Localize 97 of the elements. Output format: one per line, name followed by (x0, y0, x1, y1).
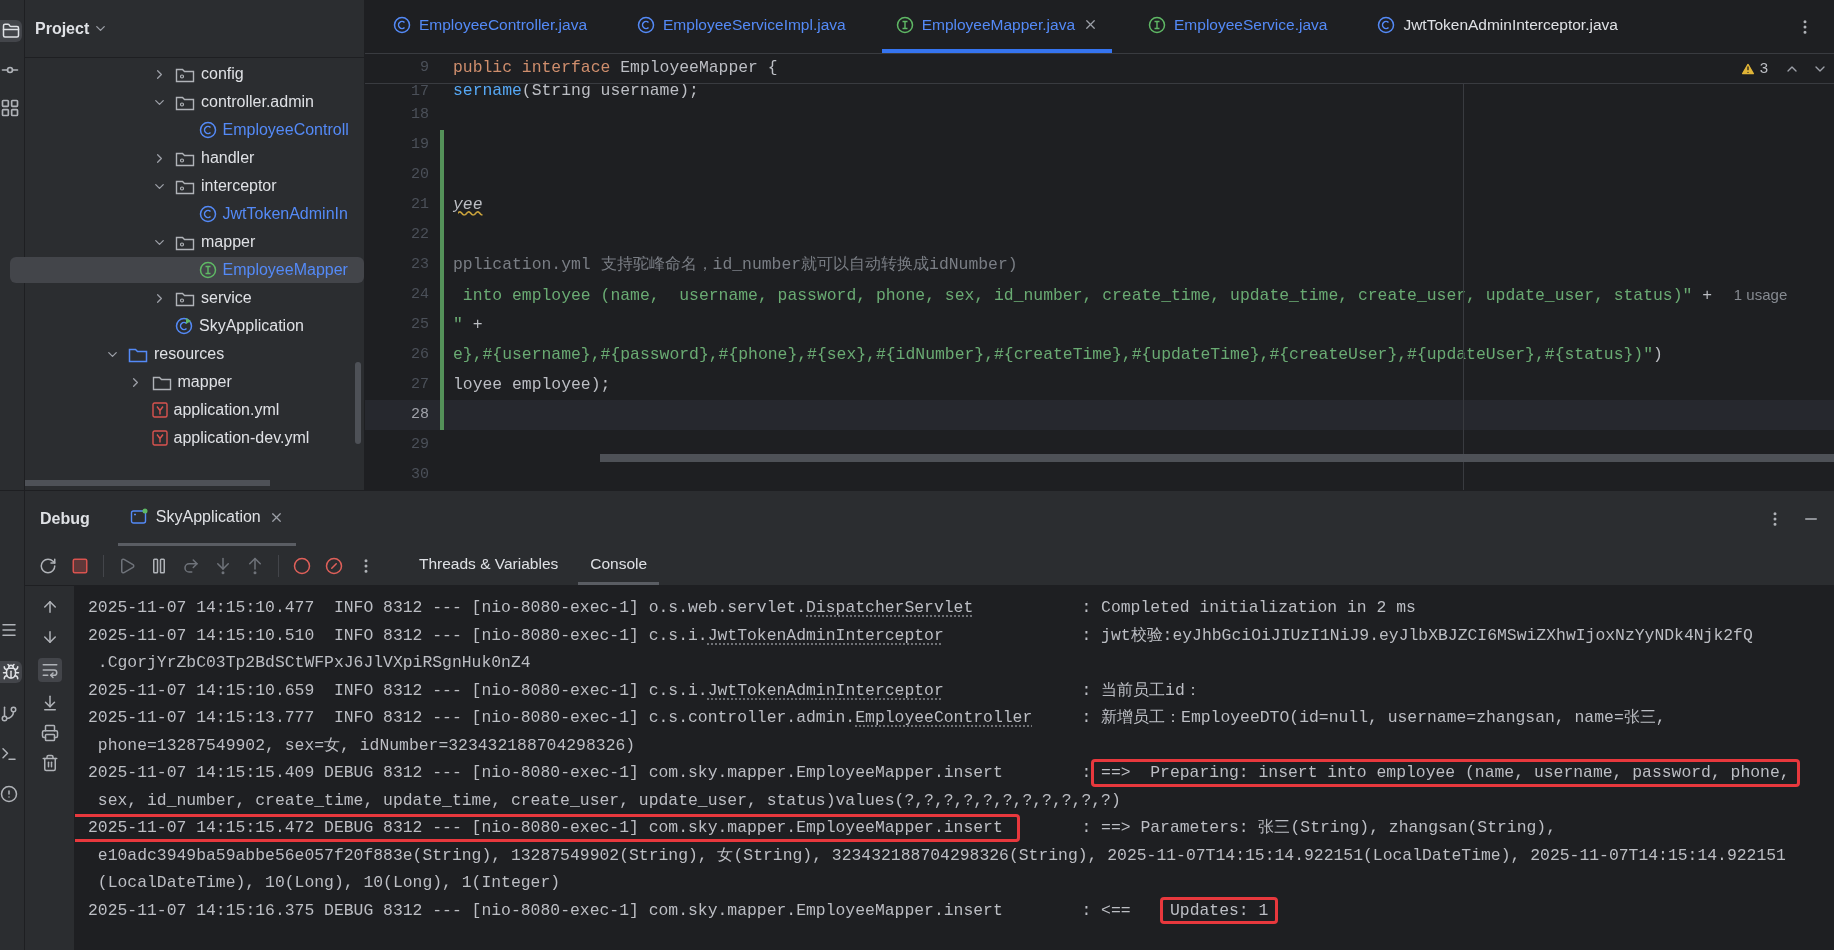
log-message: 新增员工：EmployeeDTO(id=null, username=zhangsan, name=张三, (1101, 707, 1666, 729)
print-icon[interactable] (40, 724, 59, 742)
debug-tab[interactable]: Threads & Variables (407, 546, 571, 585)
code-line: into employee (name, username, password, phone, sex, id_number, create_time, update_time, create_user, update_user, status)" + 1 usage (461, 285, 1788, 307)
code-line: yee (453, 194, 483, 216)
log-line: e10adc3949ba59abbe56e057f20f883e(String), 13287549902(String), 女(String), 323432188704298326(String), 2025-11-07T14:15:14.922151(LocalDateTime), 2025-11-07T14:15:14.922151 (96, 844, 1787, 867)
class-link[interactable]: EmployeeController (855, 708, 1033, 727)
log-message: ==> Parameters: 张三(String), zhangsan(String), (1101, 817, 1557, 839)
resume-icon[interactable] (118, 556, 136, 575)
class-icon (1377, 15, 1396, 34)
log-message: Updates: 1 (1169, 900, 1269, 920)
log-message: Completed initialization in 2 ms (1101, 597, 1416, 619)
log-separator: : (1081, 762, 1092, 784)
log-header: 2025-11-07 14:15:15.409 DEBUG 8312 --- [nio-8080-exec-1] com.sky.mapper.EmployeeMapper.insert (88, 763, 1003, 782)
class-link[interactable]: JwtTokenAdminInterceptor (707, 625, 944, 645)
log-separator: : (1081, 817, 1092, 839)
tree-item[interactable]: application-dev.yml (10, 425, 364, 451)
yaml-file-icon (151, 402, 168, 418)
warning-count[interactable]: 3 (1759, 57, 1768, 80)
interface-icon (198, 261, 217, 279)
log-line: (LocalDateTime), 10(Long), 10(Long), 1(Integer) (96, 872, 562, 894)
line-number: 28 (410, 404, 430, 425)
tree-item[interactable]: config (10, 61, 364, 87)
sticky-code-line: public interface EmployeeMapper { (453, 57, 778, 80)
class-link[interactable]: JwtTokenAdminInterceptor (707, 680, 944, 700)
step-over-icon[interactable] (182, 556, 200, 575)
code-line: loyee employee); (453, 374, 611, 396)
editor-tab[interactable]: EmployeeService.java (1134, 0, 1342, 53)
class-icon (393, 15, 411, 34)
scrollbar-thumb[interactable] (600, 454, 1834, 462)
scrollbar-thumb[interactable] (355, 362, 361, 444)
tree-item[interactable]: application.yml (10, 397, 364, 423)
log-line: phone=13287549902, sex=女, idNumber=323432188704298326) (96, 734, 637, 757)
log-header: 2025-11-07 14:15:13.777 INFO 8312 --- [nio-8080-exec-1] c.s.controller.admin.EmployeeController (88, 708, 1033, 727)
branch-icon[interactable] (0, 705, 18, 723)
log-header: 2025-11-07 14:15:10.510 INFO 8312 --- [nio-8080-exec-1] c.s.i.JwtTokenAdminInterceptor (88, 625, 944, 645)
class-icon (637, 15, 655, 34)
step-out-icon[interactable] (246, 556, 264, 575)
log-separator: : (1081, 597, 1092, 619)
editor-tab[interactable]: JwtTokenAdminInterceptor.java (1363, 0, 1632, 53)
interface-icon (1148, 15, 1167, 34)
scrollbar-thumb[interactable] (25, 480, 270, 486)
editor-tab[interactable]: EmployeeController.java (379, 0, 601, 53)
log-separator: : (1081, 707, 1092, 729)
tree-item[interactable]: controller.admin (10, 89, 364, 115)
interface-icon (895, 15, 914, 34)
terminal-icon[interactable] (0, 745, 18, 763)
log-message: ==> Preparing: insert into employee (name, username, password, phone, (1101, 763, 1790, 782)
panel-title: Debug (40, 508, 90, 529)
rerun-icon[interactable] (39, 556, 57, 575)
debug-tab[interactable]: Console (578, 546, 660, 585)
tree-item[interactable]: handler (10, 145, 364, 171)
debug-tool-button[interactable] (0, 661, 22, 683)
log-header: 2025-11-07 14:15:15.472 DEBUG 8312 --- [nio-8080-exec-1] com.sky.mapper.EmployeeMapper.insert (75, 814, 1020, 842)
code-line: pplication.yml 支持驼峰命名，id_number就可以自动转换成idNumber) (453, 254, 1018, 276)
trash-icon[interactable] (40, 754, 59, 772)
panel-title[interactable]: Project (35, 16, 90, 41)
log-message: jwt校验:eyJhbGciOiJIUzI1NiJ9.eyJlbXBJZCI6MSwiZXhwIjoxNzYyNDk4Njk2fQ (1101, 624, 1753, 647)
class-icon (198, 121, 217, 139)
list-icon[interactable] (0, 621, 18, 639)
breakpoints-icon[interactable] (293, 556, 311, 575)
tree-item[interactable]: JwtTokenAdminIn (10, 201, 364, 227)
run-class-icon (175, 317, 193, 335)
tree-item[interactable]: mapper (10, 369, 364, 395)
problems-icon[interactable] (0, 785, 18, 803)
warning-icon[interactable] (1739, 60, 1756, 77)
log-separator: : (1081, 679, 1092, 702)
tree-item[interactable]: mapper (10, 229, 364, 255)
soft-wrap-button[interactable] (37, 658, 62, 682)
log-header: 2025-11-07 14:15:10.477 INFO 8312 --- [nio-8080-exec-1] o.s.web.servlet.DispatcherServlet (88, 598, 974, 617)
log-separator: : (1081, 899, 1092, 922)
log-message: <== (1101, 899, 1131, 922)
log-header: 2025-11-07 14:15:10.659 INFO 8312 --- [nio-8080-exec-1] c.s.i.JwtTokenAdminInterceptor (88, 680, 944, 700)
log-separator: : (1081, 624, 1092, 647)
project-tool-button[interactable] (0, 20, 22, 42)
tree-item[interactable]: interceptor (10, 173, 364, 199)
tree-item[interactable]: EmployeeControll (10, 117, 364, 143)
tree-item[interactable]: resources (10, 341, 364, 367)
log-line: sex, id_number, create_time, update_time, create_user, update_user, status)values(?,?,?,?,?,?,?,?,?,?,?) (96, 789, 1122, 812)
step-into-icon[interactable] (214, 556, 232, 575)
log-message: 当前员工id： (1101, 679, 1201, 702)
class-link[interactable]: DispatcherServlet (806, 598, 974, 617)
class-icon (198, 205, 217, 223)
app-window-icon (129, 508, 148, 526)
code-line: e},#{username},#{password},#{phone},#{sex},#{idNumber},#{createTime},#{updateTime},#{createUser},#{updateUser},#{status})") (453, 344, 1663, 366)
log-header: 2025-11-07 14:15:16.375 DEBUG 8312 --- [nio-8080-exec-1] com.sky.mapper.EmployeeMapper.insert (88, 900, 1003, 920)
log-line: .CgorjYrZbC03Tp2BdSCtWFPxJ6JlVXpiRSgnHuk0nZ4 (96, 652, 532, 674)
editor-tab[interactable]: EmployeeServiceImpl.java (623, 0, 860, 53)
code-line: " + (453, 314, 483, 336)
code-line: sername(String username); (453, 84, 699, 100)
mute-breakpoints-icon[interactable] (325, 556, 343, 575)
stop-icon[interactable] (71, 556, 89, 575)
tree-item[interactable]: service (10, 285, 364, 311)
tree-item[interactable]: SkyApplication (10, 313, 364, 339)
yaml-file-icon (151, 430, 168, 446)
pause-icon[interactable] (150, 556, 168, 575)
structure-icon[interactable] (0, 98, 20, 118)
